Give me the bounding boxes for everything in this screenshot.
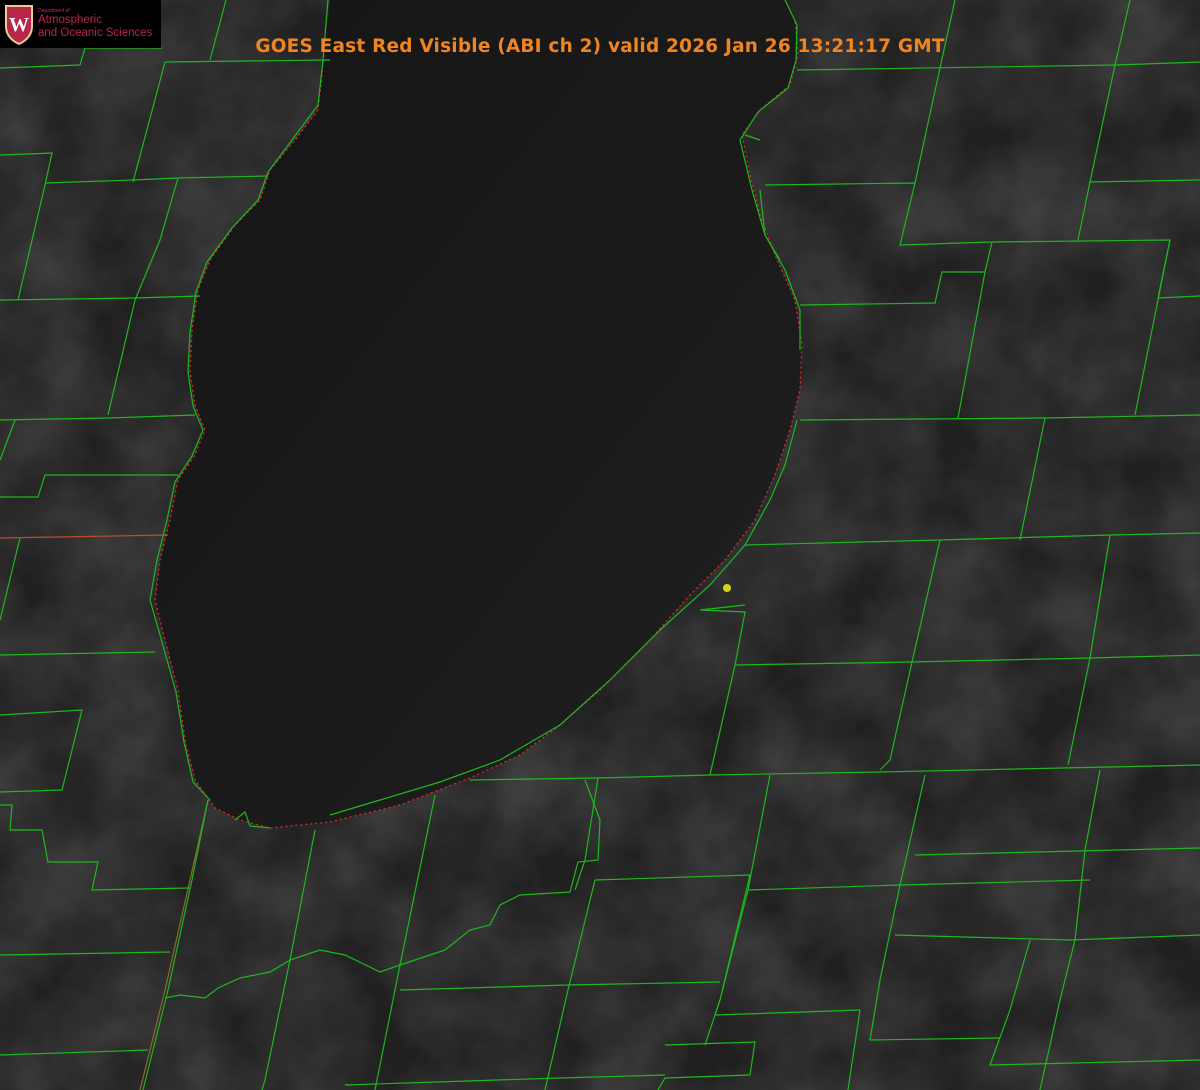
- logo-text: Department of Atmospheric and Oceanic Sc…: [38, 8, 153, 40]
- logo-line-2: and Oceanic Sciences: [38, 26, 153, 39]
- uw-crest-icon: W: [5, 5, 33, 46]
- satellite-map: [0, 0, 1200, 1090]
- location-marker: [723, 584, 731, 592]
- aos-logo: W Department of Atmospheric and Oceanic …: [0, 0, 161, 48]
- logo-line-1: Atmospheric: [38, 13, 102, 26]
- crest-letter: W: [9, 14, 29, 36]
